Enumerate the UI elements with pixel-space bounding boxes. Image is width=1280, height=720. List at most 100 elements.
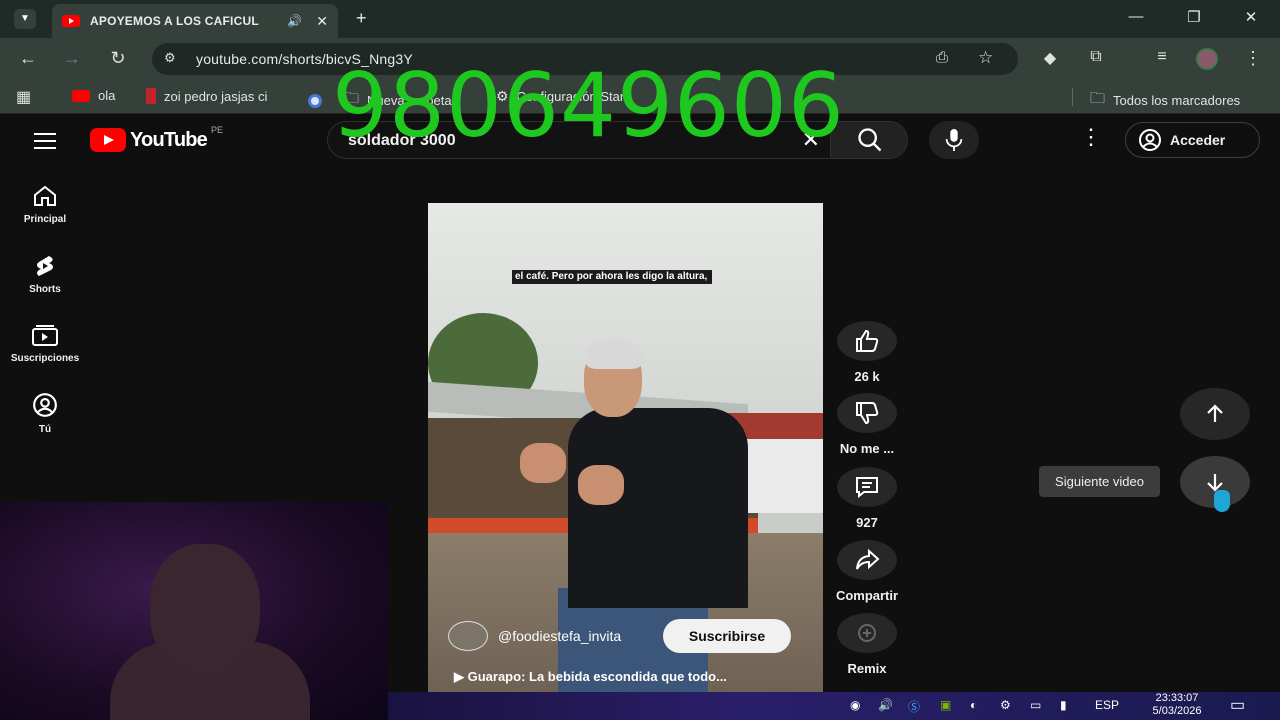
sign-in-label: Acceder [1170,132,1226,148]
youtube-logo[interactable]: YouTube PE [90,125,223,152]
all-bookmarks[interactable]: 🗀 Todos los marcadores [1090,88,1240,113]
sidebar-item-label: Tú [38,424,52,435]
browser-tab-bar: ▼ APOYEMOS A LOS CAFICUL 🔊 ✕ + — ❐ ✕ [0,0,1280,38]
sign-in-button[interactable]: Acceder [1125,122,1260,158]
like-button[interactable] [837,321,897,361]
thumbs-up-icon [856,329,879,352]
sidebar-item-principal[interactable]: Principal [0,184,90,225]
webcam-overlay [0,502,388,720]
short-video-player[interactable]: el café. Pero por ahora les digo la altu… [428,203,823,692]
microphone-icon [945,129,963,151]
youtube-bookmark-icon [72,89,90,102]
comment-action[interactable]: 927 [830,467,904,530]
volume-icon[interactable]: 🔊 [878,698,893,712]
share-button[interactable] [837,540,897,580]
taskbar-clock[interactable]: 23:33:07 5/03/2026 [1140,692,1214,718]
discord-icon[interactable]: ◉ [850,698,860,712]
install-app-icon[interactable]: ⎙ [936,49,948,66]
profile-avatar[interactable] [1196,48,1218,70]
close-window-icon[interactable]: ✕ [1236,8,1266,26]
remix-label: Remix [847,661,887,676]
thumbs-down-icon [856,402,879,425]
tab-close-icon[interactable]: ✕ [316,13,328,30]
shorts-icon [37,256,53,276]
apps-grid-icon[interactable]: ▦ [16,87,31,107]
subscriptions-icon [32,325,58,346]
nvidia-icon[interactable]: ▣ [940,698,951,712]
remix-icon [858,624,876,642]
dislike-action[interactable]: No me ... [830,393,904,456]
forward-arrow-icon[interactable]: → [60,48,84,69]
tab-title: APOYEMOS A LOS CAFICUL [90,14,259,28]
media-control-icon[interactable]: ≡ [1150,48,1174,66]
dislike-button[interactable] [837,393,897,433]
speaker-icon[interactable]: 🔊 [287,14,302,28]
next-video-tooltip: Siguiente video [1039,466,1160,497]
reload-icon[interactable]: ↻ [106,48,130,69]
restore-icon[interactable]: ❐ [1179,8,1209,26]
browser-tab[interactable]: APOYEMOS A LOS CAFICUL 🔊 ✕ [52,4,338,38]
sidebar-item-tu[interactable]: Tú [0,392,90,435]
settings-more-icon[interactable]: ⋮ [1080,126,1102,148]
new-tab-button[interactable]: + [356,8,367,29]
channel-avatar[interactable] [448,621,488,651]
like-action[interactable]: 26 k [830,321,904,384]
video-title[interactable]: ▶ Guarapo: La bebida escondida que todo.… [454,669,727,685]
video-person-hand [520,443,566,483]
video-caption: el café. Pero por ahora les digo la altu… [512,270,712,284]
sidebar-item-suscripciones[interactable]: Suscripciones [0,323,90,364]
home-icon [34,185,56,206]
bookmark-red-icon [146,88,156,104]
channel-handle[interactable]: @foodiestefa_invita [498,628,621,644]
skype-icon[interactable]: Ⓢ [908,698,920,715]
voice-search-button[interactable] [929,121,979,159]
arrow-up-icon [1207,404,1223,422]
browser-menu-icon[interactable]: ⋮ [1241,48,1265,69]
sidebar-item-label: Shorts [29,284,61,295]
country-code: PE [210,125,223,135]
clock-time: 23:33:07 [1155,692,1199,704]
video-person-hair [586,339,642,369]
phone-number-overlay: 980649606 [332,54,845,157]
youtube-logo-text: YouTube [130,128,208,151]
youtube-favicon-icon [62,15,80,27]
share-arrow-icon [856,548,880,570]
bookmark-label: zoi pedro jasjas ci [164,88,268,104]
hamburger-menu-icon[interactable] [34,133,56,154]
share-label: Compartir [835,588,899,603]
share-action[interactable]: Compartir [830,540,904,603]
channel-info[interactable]: @foodiestefa_invita [448,621,621,651]
remix-button[interactable] [837,613,897,653]
notification-icon[interactable]: ▭ [1230,695,1245,715]
back-arrow-icon[interactable]: ← [16,48,40,69]
sidebar-item-label: Principal [23,214,67,225]
language-indicator[interactable]: ESP [1095,698,1119,712]
obs-icon[interactable]: ◐ [970,698,977,712]
subscribe-button[interactable]: Suscribirse [663,619,791,653]
bookmark-divider [1072,88,1073,106]
account-circle-icon [1139,129,1161,151]
bookmark-label: ola [98,88,116,103]
all-bookmarks-label: Todos los marcadores [1113,93,1241,108]
comment-count: 927 [856,515,878,530]
previous-video-button[interactable] [1180,388,1250,440]
extensions-puzzle-icon[interactable]: ⧉ [1084,48,1108,66]
comment-button[interactable] [837,467,897,507]
extension-dice-icon[interactable]: ◆ [1038,48,1062,68]
remix-action[interactable]: Remix [830,613,904,676]
site-info-icon[interactable]: ⚙ [164,50,176,66]
bookmark-zoi[interactable]: zoi pedro jasjas ci [146,88,267,104]
comment-icon [856,477,878,499]
microphone-tray-icon[interactable]: ▮ [1060,698,1067,712]
hand-cursor-icon [1214,490,1230,512]
steam-icon[interactable]: ⚙ [1000,698,1011,712]
tab-search-icon[interactable]: ▼ [14,9,36,29]
bookmark-ola[interactable]: ola [72,88,115,103]
sidebar-item-shorts[interactable]: Shorts [0,254,90,295]
minimize-icon[interactable]: — [1121,8,1151,25]
network-icon[interactable]: ▭ [1030,698,1041,712]
video-person-hand [578,465,624,505]
blue-circle-icon [308,93,322,108]
search-icon [858,128,882,152]
bookmark-star-icon[interactable]: ☆ [978,48,993,68]
